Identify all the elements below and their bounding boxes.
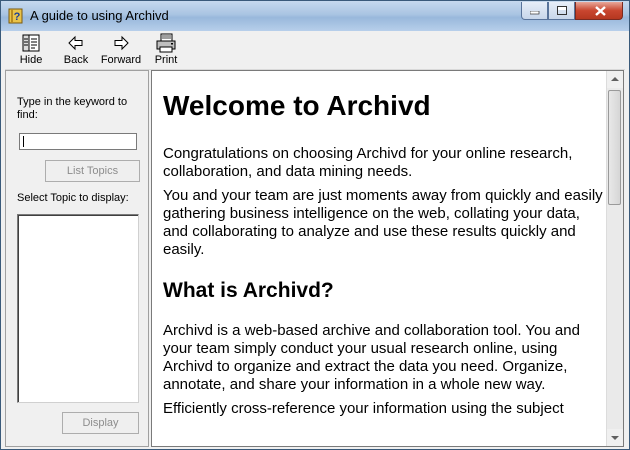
help-content-pane: Welcome to Archivd Congratulations on ch… xyxy=(151,70,624,447)
intro-paragraph: Congratulations on choosing Archivd for … xyxy=(163,145,573,180)
print-button[interactable]: Print xyxy=(151,33,181,69)
back-arrow-icon xyxy=(68,35,83,51)
list-topics-button[interactable]: List Topics xyxy=(45,160,140,182)
topic-label: Select Topic to display: xyxy=(17,192,129,204)
help-window: ? A guide to using Archivd Hide Back For… xyxy=(0,0,630,450)
back-button[interactable]: Back xyxy=(59,33,93,69)
back-label: Back xyxy=(63,54,89,66)
navigation-pane: Type in the keyword to find: List Topics… xyxy=(5,70,149,447)
scroll-up-button[interactable] xyxy=(607,71,623,88)
keyword-input[interactable] xyxy=(19,133,137,150)
forward-button[interactable]: Forward xyxy=(99,33,143,69)
title-bar[interactable]: ? A guide to using Archivd xyxy=(1,1,629,31)
hide-label: Hide xyxy=(19,54,43,66)
svg-text:?: ? xyxy=(14,11,21,23)
topic-list[interactable] xyxy=(17,214,139,403)
minimize-button[interactable] xyxy=(521,2,548,20)
printer-icon xyxy=(156,33,176,53)
close-button[interactable] xyxy=(575,2,623,20)
scroll-up-arrow-icon xyxy=(611,77,619,81)
scroll-down-button[interactable] xyxy=(607,429,623,446)
forward-label: Forward xyxy=(100,54,142,66)
article: Welcome to Archivd Congratulations on ch… xyxy=(163,71,603,424)
print-label: Print xyxy=(154,54,178,66)
forward-arrow-icon xyxy=(114,35,129,51)
maximize-icon xyxy=(557,6,567,15)
scroll-thumb[interactable] xyxy=(608,90,621,205)
hide-icon xyxy=(22,34,40,52)
section-heading: What is Archivd? xyxy=(163,279,334,302)
window-title: A guide to using Archivd xyxy=(30,8,169,23)
help-book-icon: ? xyxy=(8,8,23,24)
team-paragraph: You and your team are just moments away … xyxy=(163,187,603,258)
about-paragraph: Archivd is a web-based archive and colla… xyxy=(163,322,580,393)
toolbar: Hide Back Forward Print xyxy=(5,31,625,70)
page-title: Welcome to Archivd xyxy=(163,90,431,121)
keyword-label: Type in the keyword to find: xyxy=(17,96,128,121)
close-icon xyxy=(595,6,606,16)
minimize-icon xyxy=(530,11,540,15)
hide-button[interactable]: Hide xyxy=(13,33,49,69)
display-button[interactable]: Display xyxy=(62,412,139,434)
maximize-button[interactable] xyxy=(548,2,575,20)
scroll-down-arrow-icon xyxy=(611,436,619,440)
vertical-scrollbar[interactable] xyxy=(606,71,623,446)
cross-reference-paragraph: Efficiently cross-reference your informa… xyxy=(163,400,564,417)
text-caret xyxy=(23,136,24,147)
